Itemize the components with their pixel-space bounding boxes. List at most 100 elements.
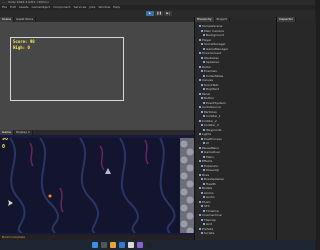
hierarchy-item[interactable]: PauseMenu (199, 146, 219, 150)
hierarchy-item[interactable]: Background (203, 33, 224, 37)
hierarchy-item[interactable]: Scripts (201, 231, 214, 235)
hierarchy-item[interactable]: Collectibles (203, 74, 223, 78)
tab-project[interactable]: Project (214, 17, 230, 22)
gameobject-icon (199, 133, 201, 135)
hierarchy-item[interactable]: Panel (199, 92, 210, 96)
hierarchy-item[interactable]: Player (199, 38, 211, 42)
hierarchy-item-label: Health (206, 181, 216, 186)
hierarchy-item[interactable]: Spawner (203, 60, 219, 64)
hierarchy-item-label: Environment (202, 51, 222, 55)
step-button[interactable]: ▶| (164, 11, 172, 16)
hierarchy-item[interactable]: Canvas (199, 78, 213, 82)
gameobject-icon (201, 137, 203, 140)
hierarchy-item[interactable]: Grid (203, 222, 212, 226)
hierarchy-item[interactable]: Lights (199, 132, 211, 136)
hierarchy-item[interactable]: Boss (199, 173, 209, 177)
hierarchy-item[interactable]: Tilemap (201, 218, 216, 222)
hierarchy-item-label: Explosion (204, 163, 219, 168)
hierarchy-item[interactable]: BossSpawner (201, 177, 224, 181)
hierarchy-item-label: Collectibles (206, 73, 224, 78)
hierarchy-item-label: EventSystem (206, 100, 226, 105)
hierarchy-item[interactable]: Waypoints (203, 128, 222, 132)
hierarchy-item[interactable]: HighText (203, 87, 219, 91)
hierarchy-item[interactable]: Music (199, 200, 211, 204)
hierarchy-item[interactable]: Explosion (201, 164, 218, 168)
hierarchy-item[interactable]: UI (203, 141, 209, 145)
hierarchy-item-label: Music (202, 199, 211, 204)
hierarchy-item[interactable]: PowerUp (203, 168, 219, 172)
hierarchy-item[interactable]: SFX (201, 204, 210, 208)
browser-icon[interactable] (119, 242, 125, 248)
search-icon[interactable] (101, 242, 107, 248)
boulder-wall-graphic (179, 139, 195, 236)
hierarchy-item[interactable]: Environment (199, 51, 221, 55)
hierarchy-item-label: Lights (202, 132, 212, 136)
play-button[interactable]: ▶ (146, 11, 154, 16)
game-playfield[interactable]: 90 0 (0, 138, 180, 233)
menu-file[interactable]: File (2, 5, 7, 9)
tab-asset-store[interactable]: Asset Store (14, 17, 37, 22)
hierarchy-item-label: Audio (206, 195, 215, 199)
scene-tabs: Scene Asset Store (0, 17, 194, 22)
hierarchy-item[interactable]: Ammo (201, 191, 214, 195)
folder-icon[interactable] (110, 242, 116, 248)
gameobject-icon (203, 74, 205, 77)
hierarchy-item[interactable]: Menu (203, 155, 214, 159)
tab-game[interactable]: Game (0, 130, 14, 135)
hierarchy-item[interactable]: Particles (201, 110, 217, 114)
hierarchy-item[interactable]: Collider_2 (199, 119, 217, 123)
hierarchy-item[interactable]: Rocks (199, 65, 211, 69)
hierarchy-item[interactable]: Obstacles (201, 56, 219, 60)
hierarchy-item[interactable]: Prefabs (199, 227, 213, 231)
menu-edit[interactable]: Edit (10, 5, 16, 9)
tab-inspector[interactable]: Inspector (277, 17, 296, 22)
gameobject-icon (201, 191, 203, 194)
hierarchy-item[interactable]: GameManager (203, 47, 228, 51)
hierarchy-item-label: AudioSource (202, 105, 221, 109)
hierarchy-item[interactable]: Effects (199, 159, 212, 163)
hierarchy-item[interactable]: Collider_1 (203, 114, 221, 118)
hierarchy-item[interactable]: SampleScene (199, 24, 222, 28)
menu-services[interactable]: Services (74, 5, 87, 9)
inspector-panel[interactable]: Inspector (276, 17, 316, 240)
code-editor-icon[interactable] (137, 242, 143, 248)
hierarchy-item-label: UI (206, 141, 210, 145)
pause-button[interactable]: ❚❚ (155, 11, 163, 16)
hierarchy-item[interactable]: ScoreManager (201, 42, 226, 46)
gameobject-icon (203, 88, 205, 90)
display-dropdown[interactable]: Display 1 (13, 130, 33, 135)
hierarchy-item-label: Collider_3 (204, 123, 219, 127)
menu-window[interactable]: Window (98, 5, 110, 9)
menu-assets[interactable]: Assets (19, 5, 29, 9)
menu-jobs[interactable]: Jobs (89, 5, 95, 9)
menu-help[interactable]: Help (113, 5, 120, 9)
canvas-frame: Score: 90 High: 0 (10, 37, 124, 101)
unity-icon[interactable] (146, 242, 152, 248)
menu-gameobject[interactable]: GameObject (32, 5, 51, 9)
unity-hub-icon[interactable] (128, 242, 134, 248)
gameobject-icon (199, 52, 201, 54)
windows-start-icon[interactable] (92, 242, 98, 248)
hierarchy-item[interactable]: AudioSource (199, 105, 221, 109)
menu-component[interactable]: Component (53, 5, 70, 9)
hierarchy-panel[interactable]: Hierarchy Project SampleScene Main Camera… (194, 17, 277, 240)
hierarchy-item[interactable]: Button (201, 96, 214, 100)
tab-scene[interactable]: Scene (0, 17, 15, 22)
hierarchy-item[interactable]: Health (203, 182, 216, 186)
hierarchy-item[interactable]: Timeline (203, 209, 219, 213)
hierarchy-item[interactable]: Main Camera (201, 29, 224, 33)
hierarchy-item[interactable]: EventSystem (203, 101, 226, 105)
hierarchy-item-label: Panel (202, 91, 211, 96)
hierarchy-item-label: Waypoints (206, 127, 222, 132)
hierarchy-item[interactable]: Cinemachine (199, 213, 222, 217)
hierarchy-item[interactable]: GameOver (201, 150, 220, 154)
hierarchy-item[interactable]: ScoreText (201, 83, 218, 87)
hierarchy-item-label: Spawner (206, 60, 220, 64)
hierarchy-item[interactable]: Enemies (201, 69, 217, 73)
hierarchy-item[interactable]: PostProcess (201, 137, 222, 141)
hierarchy-item[interactable]: Bullets (199, 186, 212, 190)
hierarchy-item[interactable]: Audio (203, 195, 215, 199)
hierarchy-item-label: GameOver (204, 150, 221, 154)
tab-hierarchy[interactable]: Hierarchy (195, 17, 215, 22)
hierarchy-item[interactable]: Collider_3 (201, 123, 219, 127)
